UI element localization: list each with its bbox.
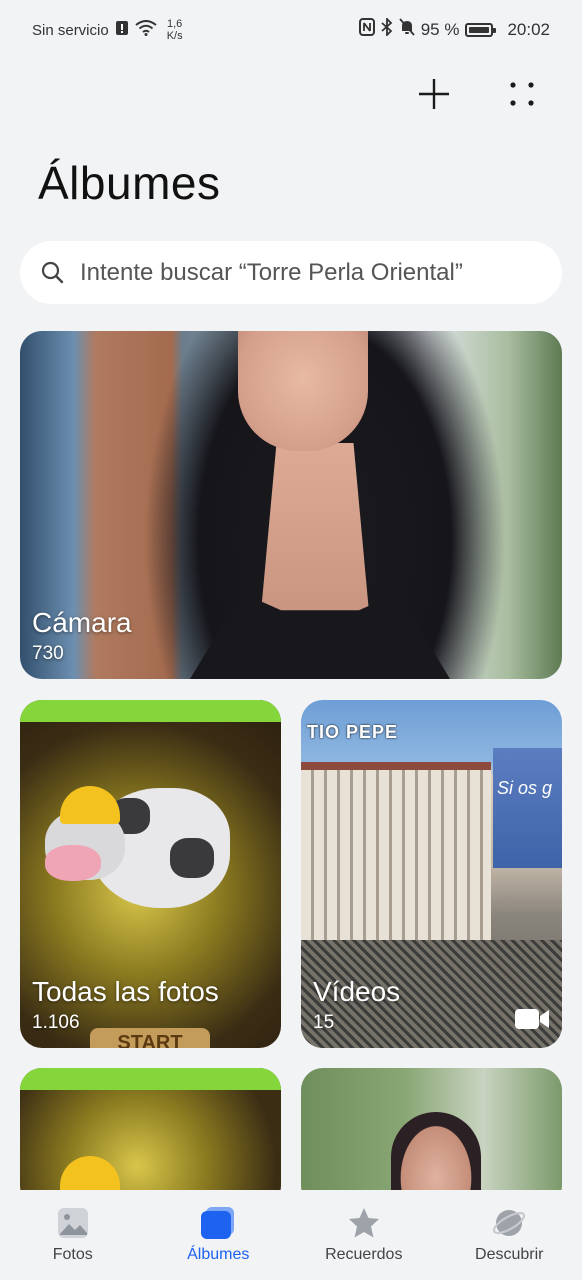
game-green-bar [20,1068,281,1090]
status-bar: Sin servicio 1,6 K/s 95 % 20:02 [0,0,582,58]
wifi-icon [135,20,157,40]
album-count: 1.106 [32,1012,80,1033]
photo-face [238,331,368,451]
album-thumbnail[interactable] [20,1068,281,1208]
albums-icon [201,1207,235,1239]
nav-label: Álbumes [187,1246,250,1263]
album-all-photos[interactable]: START Todas las fotos 1.106 [20,700,281,1048]
mute-bell-icon [399,18,415,41]
nav-label: Descubrir [475,1246,544,1263]
nav-albumes[interactable]: Álbumes [146,1206,291,1264]
helmet [60,1156,120,1194]
album-label: Vídeos 15 [313,976,400,1034]
plus-icon [419,79,449,109]
speed-value: 1,6 [167,18,183,30]
more-dots-icon [510,82,534,106]
add-album-button[interactable] [414,74,454,114]
helmet [60,786,120,824]
video-camera-icon [515,1009,549,1029]
gallery-screen: Sin servicio 1,6 K/s 95 % 20:02 Álbumes … [0,0,582,1280]
nav-label: Fotos [52,1246,93,1263]
nav-fotos[interactable]: Fotos [0,1206,145,1264]
album-name: Todas las fotos [32,976,219,1007]
status-right: 95 % 20:02 [358,16,550,41]
building [301,770,491,960]
album-thumbnail[interactable] [301,1068,562,1208]
album-label: Todas las fotos 1.106 [32,976,219,1034]
planet-icon [493,1210,526,1236]
album-name: Cámara [32,607,132,638]
game-green-bar [20,700,281,722]
bluetooth-icon [381,16,393,41]
nav-descubrir[interactable]: Descubrir [437,1206,582,1264]
album-name: Vídeos [313,976,401,1007]
page-title: Álbumes [38,157,221,209]
album-videos[interactable]: TIO PEPE Si os g Vídeos 15 [301,700,562,1048]
battery-icon [465,22,497,37]
album-count: 730 [32,643,64,664]
speed-unit: K/s [166,30,183,42]
network-speed: 1,6 K/s [167,18,183,42]
bottom-navigation: Fotos Álbumes Recuerdos Descubrir [0,1190,582,1280]
nav-recuerdos[interactable]: Recuerdos [291,1206,436,1264]
photo-neck [260,443,370,623]
nfc-icon [358,18,375,41]
carrier-text: Sin servicio [32,21,109,39]
status-left: Sin servicio 1,6 K/s [32,18,183,42]
neon-sign: TIO PEPE [307,722,399,742]
billboard: Si os g [493,748,562,868]
cow-spot [170,838,214,878]
more-options-button[interactable] [502,74,542,114]
nav-label: Recuerdos [325,1246,403,1263]
sim-alert-icon [115,20,129,40]
star-icon [348,1208,379,1238]
album-count: 15 [313,1012,335,1033]
battery-percent: 95 % [420,19,460,39]
top-actions [414,74,542,114]
photo-icon [57,1208,88,1238]
search-input[interactable] [78,257,542,288]
cow-nose [45,845,101,881]
album-label: Cámara 730 [32,607,132,665]
search-icon [41,261,64,283]
search-bar[interactable] [20,241,562,304]
album-camera[interactable]: Cámara 730 [20,331,562,679]
billboard-text: Si os g [497,778,553,798]
clock: 20:02 [507,19,550,39]
